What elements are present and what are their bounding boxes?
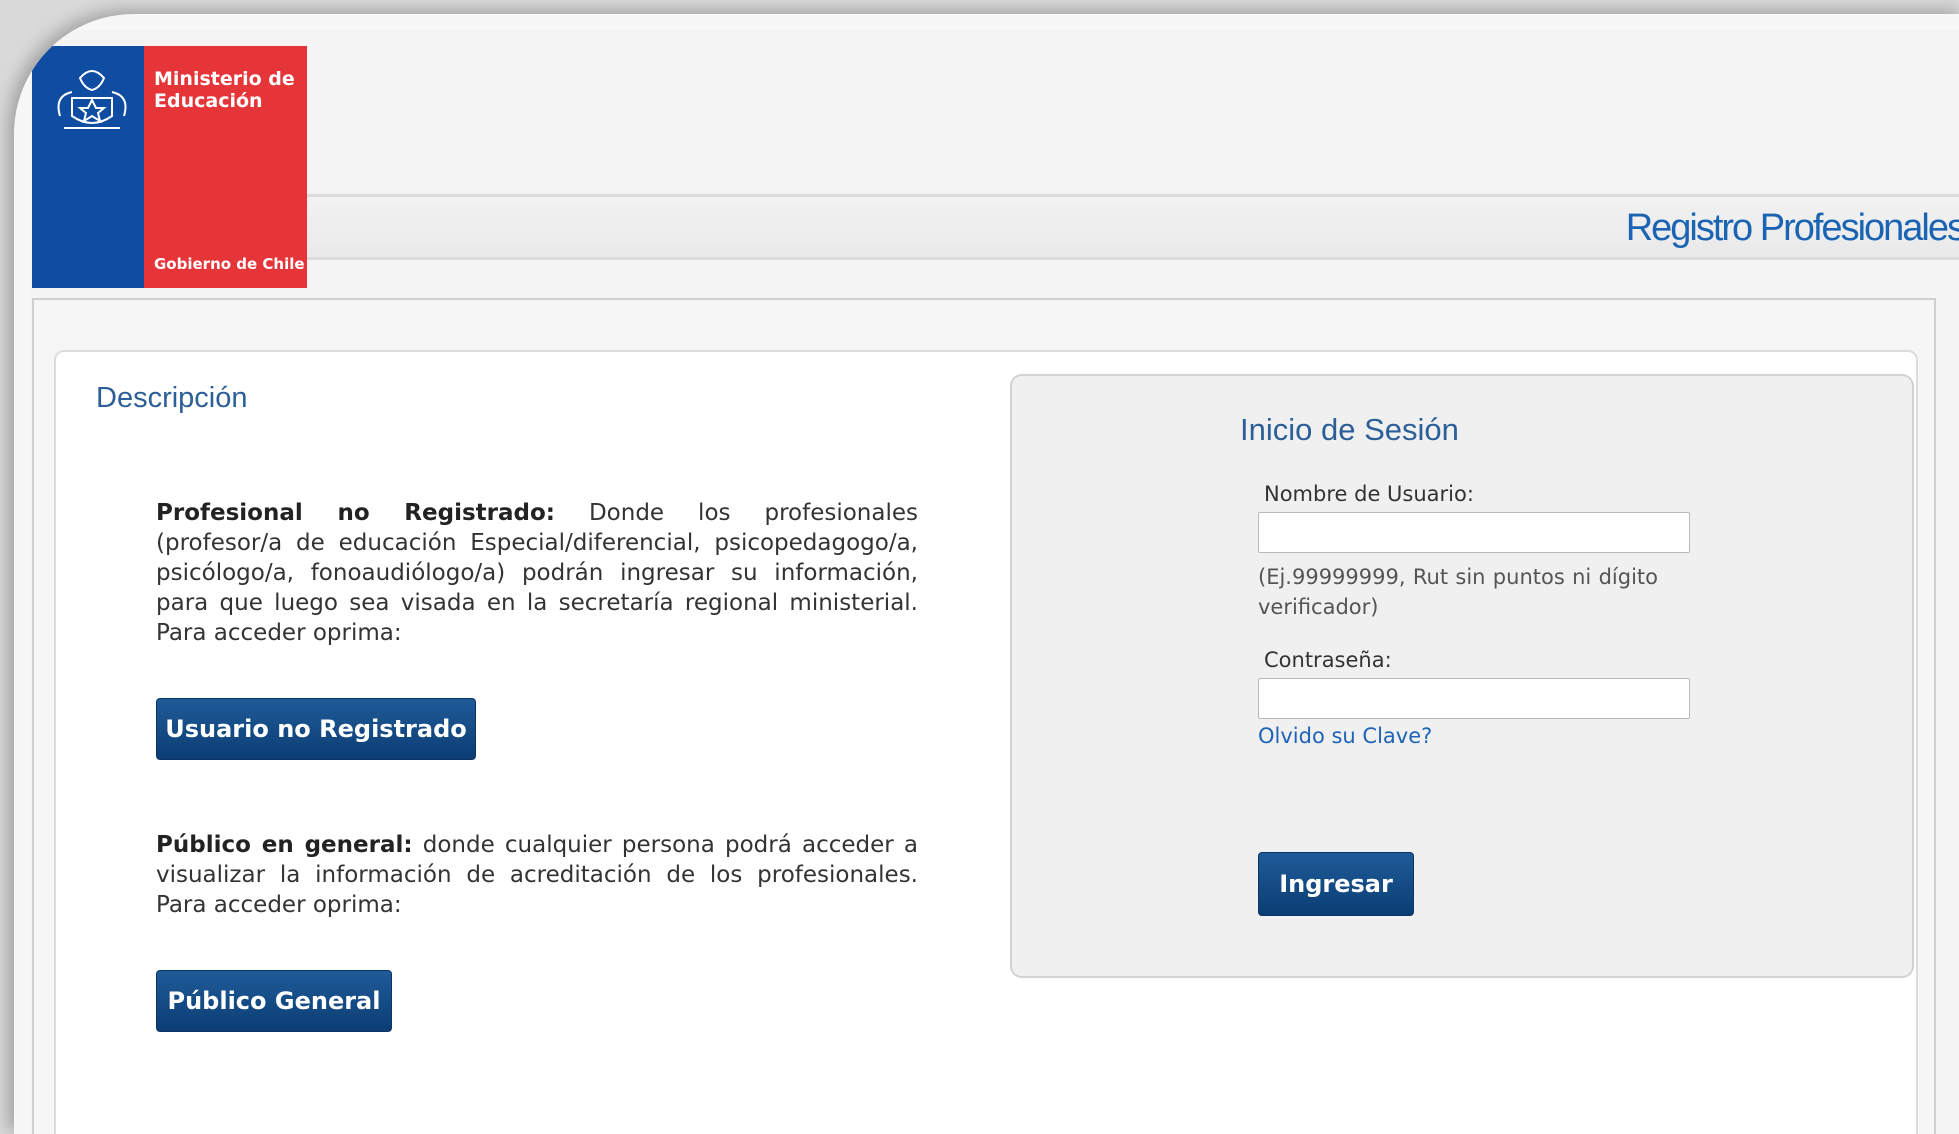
username-hint: (Ej.99999999, Rut sin puntos ni dígito v…	[1258, 565, 1658, 619]
screenshot-frame: Ministerio de Educación Gobierno de Chil…	[14, 14, 1959, 1134]
description-title: Descripción	[96, 382, 248, 414]
page: Ministerio de Educación Gobierno de Chil…	[30, 30, 1959, 1134]
ministry-logo[interactable]: Ministerio de Educación Gobierno de Chil…	[32, 46, 307, 288]
forgot-password-link[interactable]: Olvido su Clave?	[1258, 724, 1432, 748]
public-description: Público en general: donde cualquier pers…	[156, 830, 918, 920]
public-general-button[interactable]: Público General	[156, 970, 392, 1032]
coat-of-arms-icon	[57, 70, 127, 129]
username-label: Nombre de Usuario:	[1264, 482, 1474, 506]
unregistered-user-button[interactable]: Usuario no Registrado	[156, 698, 476, 760]
main-panel: Descripción Profesional no Registrado: D…	[54, 350, 1918, 1134]
unregistered-heading: Profesional no Registrado:	[156, 500, 555, 526]
login-title: Inicio de Sesión	[1240, 412, 1459, 447]
logo-ministry-text: Ministerio de	[154, 68, 295, 90]
site-title: Registro Profesionales	[1625, 207, 1959, 249]
username-input[interactable]	[1258, 512, 1690, 553]
unregistered-description: Profesional no Registrado: Donde los pro…	[156, 498, 918, 648]
password-label: Contraseña:	[1264, 648, 1392, 672]
logo-education-text: Educación	[154, 90, 263, 112]
logo-government-text: Gobierno de Chile	[154, 255, 305, 273]
public-heading: Público en general:	[156, 832, 413, 858]
login-panel: Inicio de Sesión Nombre de Usuario: (Ej.…	[1010, 374, 1914, 978]
login-button[interactable]: Ingresar	[1258, 852, 1414, 916]
content-frame: Descripción Profesional no Registrado: D…	[32, 298, 1936, 1134]
password-input[interactable]	[1258, 678, 1690, 719]
header-bar: Registro Profesionales	[307, 194, 1959, 260]
